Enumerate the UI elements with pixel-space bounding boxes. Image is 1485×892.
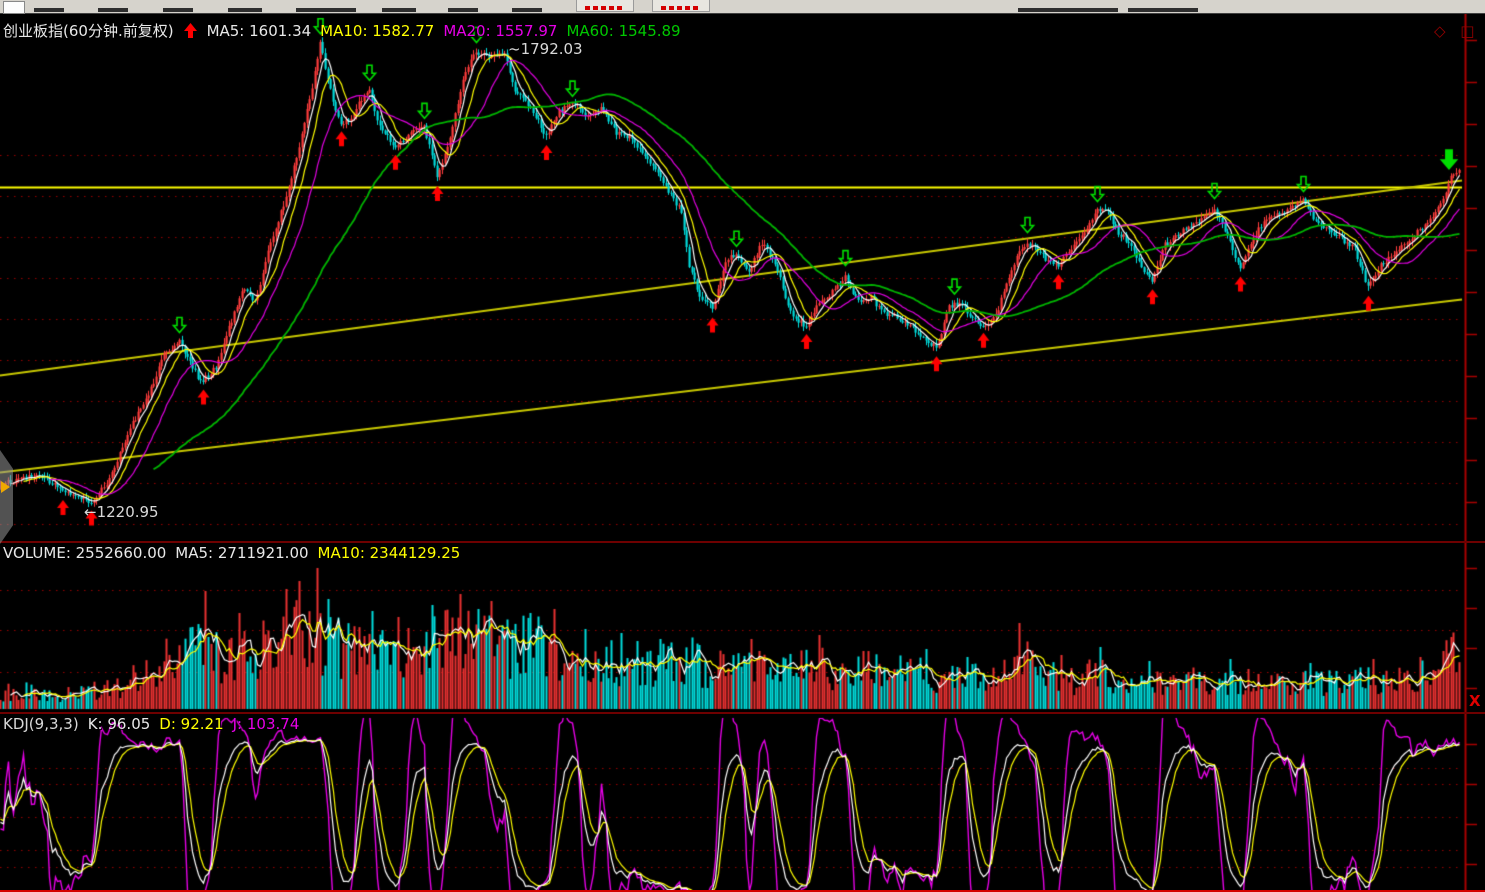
volume-ma5-label: MA5: 2711921.00 [175,544,308,562]
kdj-j-label: J: 103.74 [233,715,300,733]
menu-item-fragment[interactable] [228,8,262,12]
high-price-annotation: ~1792.03 [508,40,583,58]
main-chart-canvas[interactable] [0,14,1485,541]
menu-item-fragment[interactable] [448,8,478,12]
volume-label: VOLUME: 2552660.00 [3,544,166,562]
up-arrow-icon [184,23,197,38]
ma5-label: MA5: 1601.34 [207,22,312,40]
ma60-label: MA60: 1545.89 [566,22,680,40]
toolbar-red-button-1[interactable] [576,0,634,12]
menu-item-fragment[interactable] [34,8,64,12]
kdj-k-label: K: 96.05 [88,715,151,733]
main-chart-header: 创业板指(60分钟.前复权) MA5: 1601.34 MA10: 1582.7… [3,20,681,41]
kdj-d-label: D: 92.21 [159,715,223,733]
volume-canvas[interactable] [0,543,1485,712]
main-chart-panel [0,14,1485,541]
flyout-arrow-icon [1,481,10,493]
toolbar-red-button-2[interactable] [652,0,710,12]
top-toolbar [0,0,1485,14]
app-window: 创业板指(60分钟.前复权) MA5: 1601.34 MA10: 1582.7… [0,0,1485,892]
symbol-title: 创业板指(60分钟.前复权) [3,20,174,41]
status-text-fragment [1018,8,1118,12]
red-text-fragment [661,6,701,10]
window-icon[interactable] [3,1,25,14]
menu-item-fragment[interactable] [163,8,193,12]
ma20-label: MA20: 1557.97 [443,22,557,40]
low-price-annotation: ←1220.95 [84,503,159,521]
kdj-header: KDJ(9,3,3) K: 96.05 D: 92.21 J: 103.74 [3,715,299,733]
kdj-canvas[interactable] [0,714,1485,890]
menu-item-fragment[interactable] [512,8,542,12]
menu-item-fragment[interactable] [382,8,416,12]
volume-panel [0,543,1485,712]
kdj-panel [0,714,1485,890]
status-text-fragment [1128,8,1198,12]
menu-item-fragment[interactable] [98,8,128,12]
menu-item-fragment[interactable] [296,8,356,12]
chart-corner-controls[interactable]: ◇ □ [1434,22,1479,40]
close-indicator-icon[interactable]: X [1469,692,1481,710]
kdj-title: KDJ(9,3,3) [3,715,79,733]
ma10-label: MA10: 1582.77 [320,22,434,40]
volume-header: VOLUME: 2552660.00 MA5: 2711921.00 MA10:… [3,544,460,562]
volume-ma10-label: MA10: 2344129.25 [318,544,461,562]
red-text-fragment [585,6,625,10]
